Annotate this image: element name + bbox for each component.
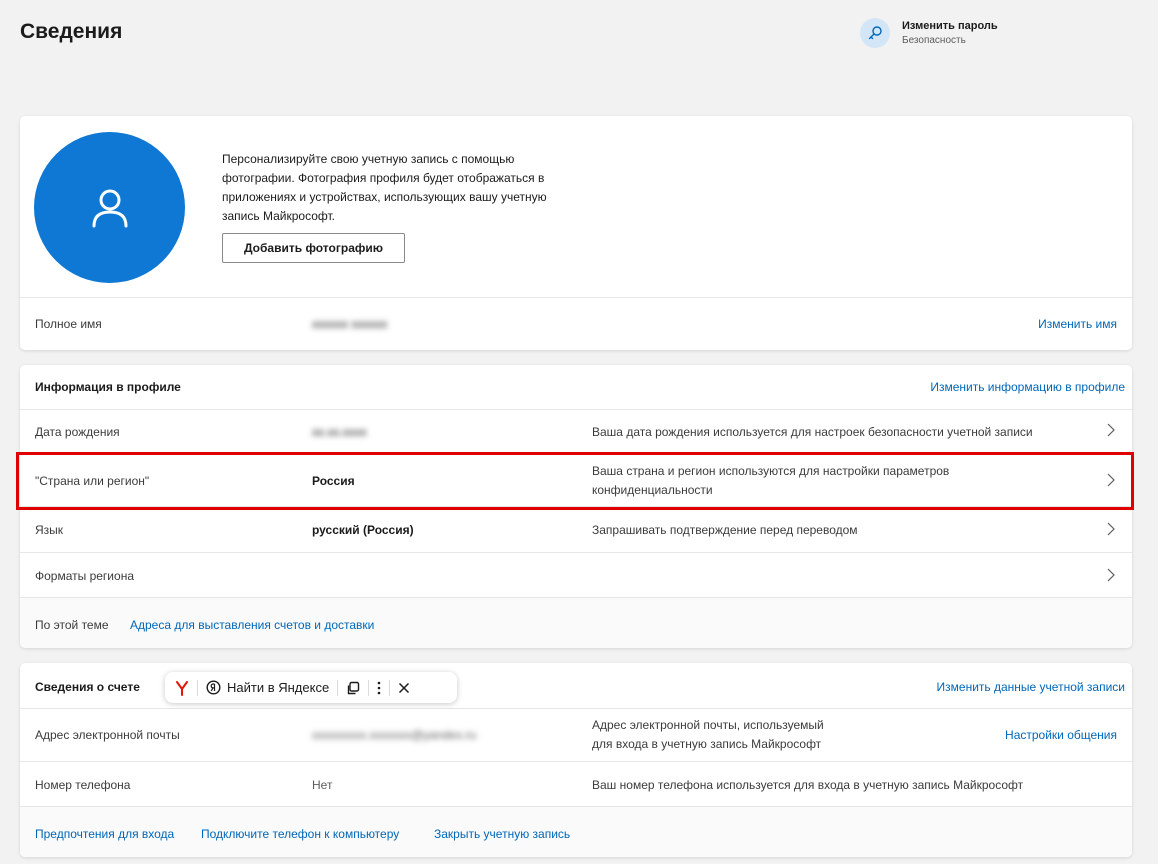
email-desc: Адрес электронной почты, используемый дл… bbox=[592, 716, 824, 754]
separator bbox=[337, 679, 339, 696]
change-password-title: Изменить пароль bbox=[902, 20, 998, 32]
email-label: Адрес электронной почты bbox=[35, 728, 180, 742]
email-row: Адрес электронной почты xxxxxxxxx.xxxxxx… bbox=[20, 708, 1132, 761]
photo-description: Персонализируйте свою учетную запись с п… bbox=[222, 152, 547, 223]
related-label: По этой теме bbox=[35, 618, 109, 632]
language-value: русский (Россия) bbox=[312, 523, 414, 537]
phone-desc: Ваш номер телефона используется для вход… bbox=[592, 778, 1024, 792]
add-photo-button[interactable]: Добавить фотографию bbox=[222, 233, 405, 263]
region-formats-label: Форматы региона bbox=[35, 569, 134, 583]
profile-card: Персонализируйте свою учетную запись с п… bbox=[20, 116, 1132, 350]
close-icon[interactable] bbox=[398, 682, 410, 694]
chevron-right-icon bbox=[1106, 568, 1116, 585]
yandex-browser-icon[interactable] bbox=[175, 680, 189, 696]
separator bbox=[368, 679, 370, 696]
full-name-value: xxxxxx xxxxxx bbox=[312, 317, 388, 331]
related-footer: По этой теме Адреса для выставления счет… bbox=[20, 597, 1132, 648]
phone-row: Номер телефона Нет Ваш номер телефона ис… bbox=[20, 761, 1132, 806]
language-desc: Запрашивать подтверждение перед переводо… bbox=[592, 523, 858, 537]
birthdate-desc: Ваша дата рождения используется для наст… bbox=[592, 425, 1033, 439]
change-password-subtitle: Безопасность bbox=[902, 35, 966, 46]
phone-value: Нет bbox=[312, 778, 333, 792]
link-phone-link[interactable]: Подключите телефон к компьютеру bbox=[201, 827, 399, 841]
birthdate-row[interactable]: Дата рождения xx.xx.xxxx Ваша дата рожде… bbox=[20, 409, 1132, 454]
chevron-right-icon bbox=[1106, 522, 1116, 539]
full-name-label: Полное имя bbox=[35, 317, 102, 331]
copy-icon[interactable] bbox=[346, 681, 360, 695]
edit-account-info-link[interactable]: Изменить данные учетной записи bbox=[937, 680, 1125, 694]
key-icon bbox=[860, 18, 890, 48]
yandex-search-label: Найти в Яндексе bbox=[227, 680, 330, 695]
highlight-box bbox=[16, 452, 1134, 510]
phone-label: Номер телефона bbox=[35, 778, 131, 792]
edit-profile-info-link[interactable]: Изменить информацию в профиле bbox=[930, 380, 1125, 394]
birthdate-value: xx.xx.xxxx bbox=[312, 425, 367, 439]
separator bbox=[197, 679, 198, 696]
yandex-toolbar: Найти в Яндексе bbox=[165, 672, 457, 703]
account-footer: Предпочтения для входа Подключите телефо… bbox=[20, 806, 1132, 857]
divider bbox=[20, 297, 1132, 298]
language-label: Язык bbox=[35, 523, 64, 537]
email-desc-line1: Адрес электронной почты, используемый bbox=[592, 718, 824, 732]
email-desc-line2: для входа в учетную запись Майкрософт bbox=[592, 737, 822, 751]
email-value: xxxxxxxxx.xxxxxxx@yandex.ru bbox=[312, 728, 477, 742]
more-options-icon[interactable] bbox=[377, 681, 381, 695]
chevron-right-icon bbox=[1106, 423, 1116, 440]
yandex-search-button[interactable]: Найти в Яндексе bbox=[206, 680, 329, 695]
change-name-link[interactable]: Изменить имя bbox=[1038, 317, 1117, 331]
person-icon bbox=[92, 189, 127, 227]
language-row[interactable]: Язык русский (Россия) Запрашивать подтве… bbox=[20, 506, 1132, 552]
avatar[interactable] bbox=[34, 132, 185, 283]
birthdate-label: Дата рождения bbox=[35, 425, 120, 439]
page-title: Сведения bbox=[20, 20, 123, 43]
profile-info-title: Информация в профиле bbox=[35, 380, 181, 394]
billing-addresses-link[interactable]: Адреса для выставления счетов и доставки bbox=[130, 618, 374, 632]
region-formats-row[interactable]: Форматы региона bbox=[20, 552, 1132, 597]
communication-settings-link[interactable]: Настройки общения bbox=[1005, 728, 1117, 742]
account-info-title: Сведения о счете bbox=[35, 680, 140, 694]
close-account-link[interactable]: Закрыть учетную запись bbox=[434, 827, 570, 841]
separator bbox=[389, 679, 391, 696]
change-password-link[interactable]: Изменить пароль Безопасность bbox=[860, 18, 998, 48]
sign-in-preferences-link[interactable]: Предпочтения для входа bbox=[35, 827, 174, 841]
yandex-logo-icon bbox=[206, 680, 221, 695]
